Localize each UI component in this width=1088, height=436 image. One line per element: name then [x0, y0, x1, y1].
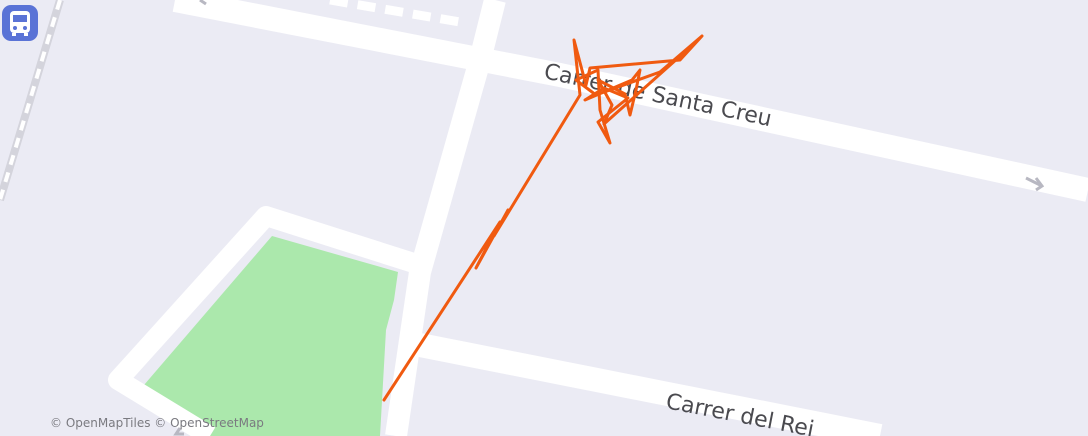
map-attribution[interactable]: © OpenMapTiles © OpenStreetMap	[50, 416, 264, 430]
map-canvas[interactable]: Carrer de Santa Creu Carrer del Rei © Op…	[0, 0, 1088, 436]
map-layer: Carrer de Santa Creu Carrer del Rei	[0, 0, 1088, 436]
footpath-dashed	[329, 0, 461, 27]
bus-icon	[10, 11, 30, 36]
bus-stop-marker[interactable]	[2, 5, 38, 41]
